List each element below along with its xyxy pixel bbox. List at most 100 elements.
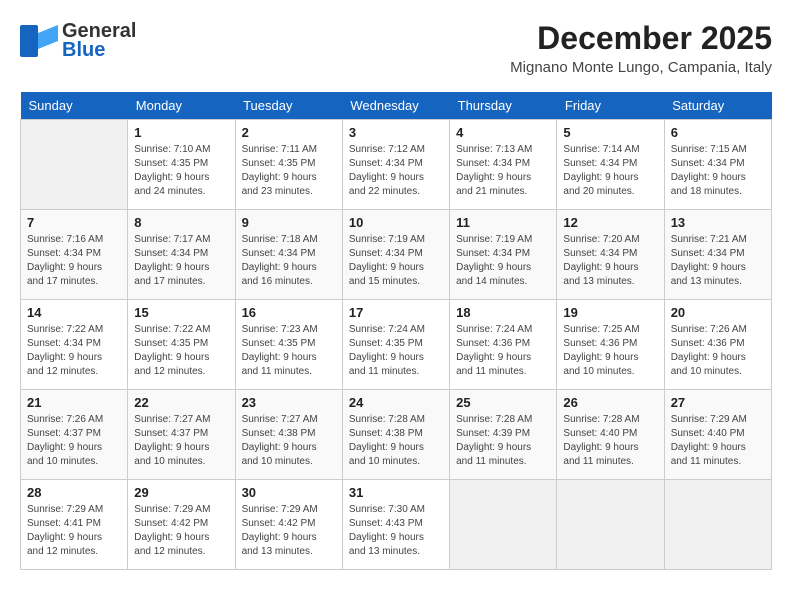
day-info: Sunrise: 7:27 AMSunset: 4:38 PMDaylight:… [242, 413, 336, 469]
day-number: 9 [242, 215, 336, 230]
daylight: Daylight: 9 hours and 10 minutes. [134, 442, 209, 467]
day-number: 15 [134, 305, 228, 320]
sunrise: Sunrise: 7:28 AM [349, 414, 425, 425]
daylight: Daylight: 9 hours and 14 minutes. [456, 262, 531, 287]
sunset: Sunset: 4:35 PM [349, 338, 423, 349]
day-info: Sunrise: 7:14 AM Sunset: 4:34 PM Daylight:… [563, 143, 657, 199]
daylight: Daylight: 9 hours and 10 minutes. [242, 442, 317, 467]
day-number: 6 [671, 125, 765, 140]
calendar-cell: 28Sunrise: 7:29 AMSunset: 4:41 PMDayligh… [21, 480, 128, 570]
sunrise: Sunrise: 7:29 AM [134, 504, 210, 515]
month-title: December 2025 [510, 20, 772, 57]
sunrise: Sunrise: 7:26 AM [27, 414, 103, 425]
sunset: Sunset: 4:34 PM [456, 248, 530, 259]
sunrise: Sunrise: 7:24 AM [456, 324, 532, 335]
day-info: Sunrise: 7:15 AMSunset: 4:34 PMDaylight:… [671, 143, 765, 199]
day-info: Sunrise: 7:23 AM Sunset: 4:35 PM Daylight:… [242, 323, 336, 379]
calendar-cell: 7 Sunrise: 7:16 AMSunset: 4:34 PMDaylight… [21, 210, 128, 300]
sunset: Sunset: 4:34 PM [456, 158, 530, 169]
sunrise: Sunrise: 7:22 AM [27, 324, 103, 335]
day-number: 17 [349, 305, 443, 320]
sunrise: Sunrise: 7:23 AM [242, 324, 318, 335]
daylight: Daylight: 9 hours and 11 minutes. [563, 442, 638, 467]
day-info: Sunrise: 7:13 AMSunset: 4:34 PMDaylight:… [456, 143, 550, 199]
logo-icon [20, 25, 58, 57]
calendar-cell: 1Sunrise: 7:10 AMSunset: 4:35 PMDaylight… [128, 120, 235, 210]
day-info: Sunrise: 7:27 AMSunset: 4:37 PMDaylight:… [134, 413, 228, 469]
sunset: Sunset: 4:34 PM [27, 248, 101, 259]
day-number: 23 [242, 395, 336, 410]
day-info: Sunrise: 7:22 AMSunset: 4:35 PMDaylight:… [134, 323, 228, 379]
sunset: Sunset: 4:36 PM [563, 338, 637, 349]
day-number: 14 [27, 305, 121, 320]
calendar-cell: 10Sunrise: 7:19 AMSunset: 4:34 PMDayligh… [342, 210, 449, 300]
sunset: Sunset: 4:41 PM [27, 518, 101, 529]
day-info: Sunrise: 7:16 AMSunset: 4:34 PMDaylight:… [27, 233, 121, 289]
calendar-cell: 29Sunrise: 7:29 AMSunset: 4:42 PMDayligh… [128, 480, 235, 570]
day-info: Sunrise: 7:24 AMSunset: 4:36 PMDaylight:… [456, 323, 550, 379]
day-number: 30 [242, 485, 336, 500]
day-number: 11 [456, 215, 550, 230]
day-number: 4 [456, 125, 550, 140]
day-number: 7 [27, 215, 121, 230]
day-info: Sunrise: 7:28 AMSunset: 4:40 PMDaylight:… [563, 413, 657, 469]
sunset: Sunset: 4:35 PM [134, 338, 208, 349]
sunset: Sunset: 4:34 PM [671, 248, 745, 259]
sunset: Sunset: 4:38 PM [242, 428, 316, 439]
daylight: Daylight: 9 hours and 18 minutes. [671, 172, 746, 197]
calendar-cell: 24Sunrise: 7:28 AMSunset: 4:38 PMDayligh… [342, 390, 449, 480]
day-info: Sunrise: 7:29 AMSunset: 4:40 PMDaylight:… [671, 413, 765, 469]
sunrise: Sunrise: 7:22 AM [134, 324, 210, 335]
day-info: Sunrise: 7:26 AMSunset: 4:37 PMDaylight:… [27, 413, 121, 469]
daylight: Daylight: 9 hours and 10 minutes. [349, 442, 424, 467]
day-number: 28 [27, 485, 121, 500]
day-info: Sunrise: 7:12 AMSunset: 4:34 PMDaylight:… [349, 143, 443, 199]
day-info: Sunrise: 7:24 AMSunset: 4:35 PMDaylight:… [349, 323, 443, 379]
week-row-3: 14 Sunrise: 7:22 AMSunset: 4:34 PMDayligh… [21, 300, 772, 390]
sunrise: Sunrise: 7:14 AM [563, 144, 639, 155]
calendar-cell [664, 480, 771, 570]
sunrise: Sunrise: 7:19 AM [349, 234, 425, 245]
sunrise: Sunrise: 7:11 AM [242, 144, 317, 155]
day-info: Sunrise: 7:17 AMSunset: 4:34 PMDaylight:… [134, 233, 228, 289]
calendar-cell: 25Sunrise: 7:28 AMSunset: 4:39 PMDayligh… [450, 390, 557, 480]
daylight: Daylight: 9 hours and 17 minutes. [134, 262, 209, 287]
sunset: Sunset: 4:34 PM [563, 248, 637, 259]
day-number: 1 [134, 125, 228, 140]
daylight: Daylight: 9 hours and 11 minutes. [456, 442, 531, 467]
day-info: Sunrise: 7:29 AMSunset: 4:42 PMDaylight:… [242, 503, 336, 559]
daylight: Daylight: 9 hours and 17 minutes. [27, 262, 102, 287]
sunset: Sunset: 4:36 PM [671, 338, 745, 349]
calendar-cell: 4Sunrise: 7:13 AMSunset: 4:34 PMDaylight… [450, 120, 557, 210]
sunrise: Sunrise: 7:27 AM [134, 414, 210, 425]
title-block: December 2025 Mignano Monte Lungo, Campa… [510, 20, 772, 76]
calendar-cell: 9Sunrise: 7:18 AMSunset: 4:34 PMDaylight… [235, 210, 342, 300]
sunset: Sunset: 4:35 PM [242, 338, 316, 349]
day-number: 12 [563, 215, 657, 230]
sunset: Sunset: 4:42 PM [134, 518, 208, 529]
col-header-thursday: Thursday [450, 92, 557, 120]
calendar-header: SundayMondayTuesdayWednesdayThursdayFrid… [21, 92, 772, 120]
calendar-table: SundayMondayTuesdayWednesdayThursdayFrid… [20, 92, 772, 570]
day-number: 2 [242, 125, 336, 140]
day-info: Sunrise: 7:22 AMSunset: 4:34 PMDaylight:… [27, 323, 121, 379]
col-header-monday: Monday [128, 92, 235, 120]
sunset: Sunset: 4:34 PM [563, 158, 637, 169]
day-info: Sunrise: 7:11 AMSunset: 4:35 PMDaylight:… [242, 143, 336, 199]
sunrise: Sunrise: 7:10 AM [134, 144, 210, 155]
daylight: Daylight: 9 hours and 20 minutes. [563, 172, 638, 197]
page-header: General Blue December 2025 Mignano Monte… [20, 20, 772, 76]
calendar-cell: 22Sunrise: 7:27 AMSunset: 4:37 PMDayligh… [128, 390, 235, 480]
day-info: Sunrise: 7:21 AMSunset: 4:34 PMDaylight:… [671, 233, 765, 289]
calendar-cell: 16Sunrise: 7:23 AMSunset: 4:35 PMDayligh… [235, 300, 342, 390]
calendar-cell: 12Sunrise: 7:20 AMSunset: 4:34 PMDayligh… [557, 210, 664, 300]
daylight: Daylight: 9 hours and 10 minutes. [671, 352, 746, 377]
sunset: Sunset: 4:43 PM [349, 518, 423, 529]
calendar-cell: 8Sunrise: 7:17 AMSunset: 4:34 PMDaylight… [128, 210, 235, 300]
col-header-sunday: Sunday [21, 92, 128, 120]
sunrise: Sunrise: 7:13 AM [456, 144, 532, 155]
calendar-cell [450, 480, 557, 570]
sunrise: Sunrise: 7:15 AM [671, 144, 747, 155]
daylight: Daylight: 9 hours and 11 minutes. [242, 352, 317, 377]
week-row-2: 7 Sunrise: 7:16 AMSunset: 4:34 PMDaylight… [21, 210, 772, 300]
